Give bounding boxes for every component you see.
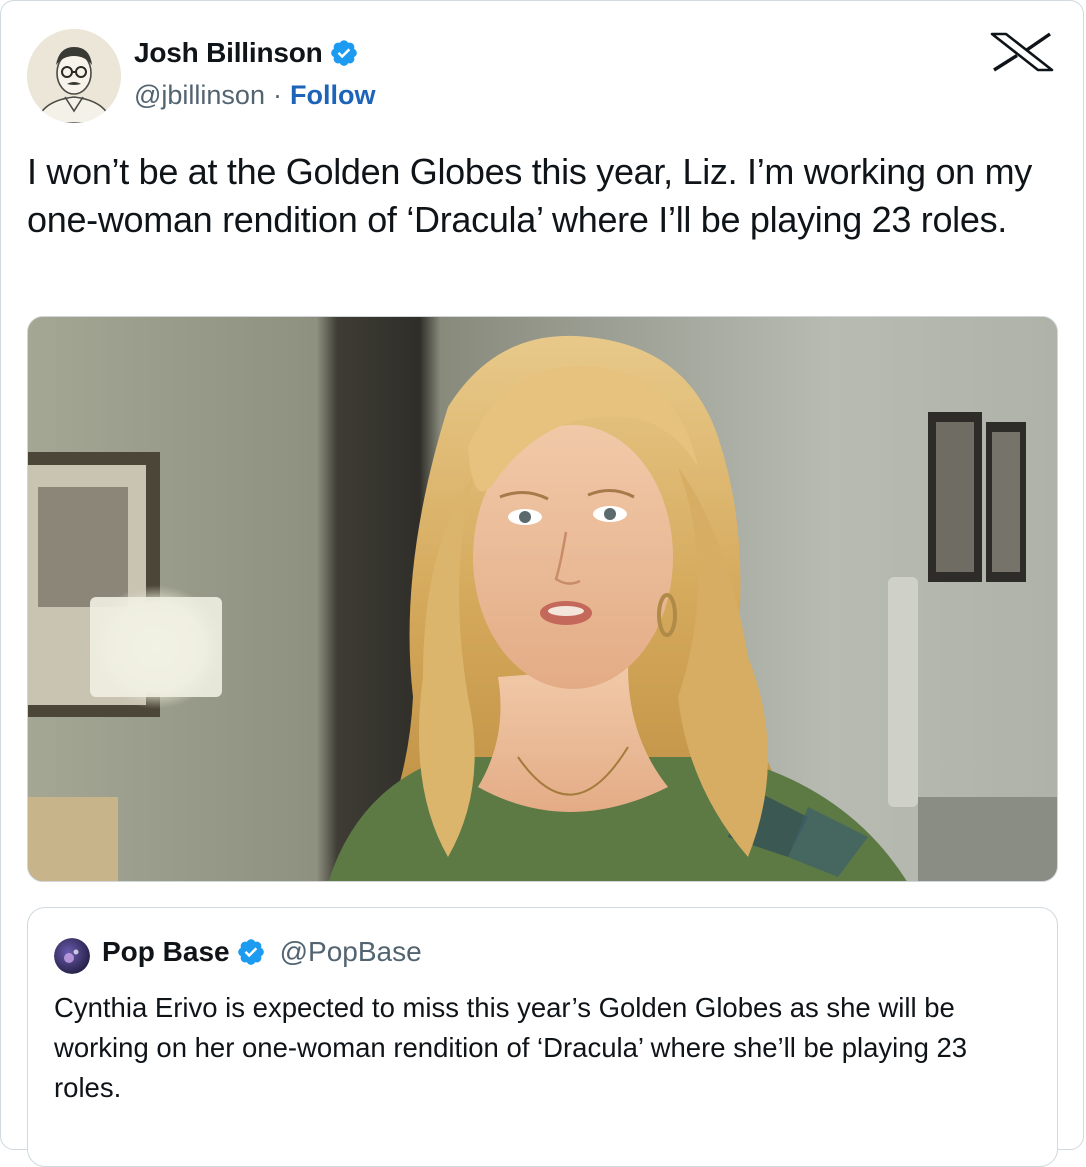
verified-badge-icon bbox=[237, 939, 264, 965]
x-logo-icon[interactable] bbox=[986, 32, 1058, 72]
photo-illustration bbox=[28, 317, 1057, 881]
verified-badge-icon bbox=[330, 40, 357, 66]
tweet-text: I won’t be at the Golden Globes this yea… bbox=[27, 151, 1042, 240]
quoted-tweet-text: Cynthia Erivo is expected to miss this y… bbox=[54, 992, 968, 1103]
quoted-author-handle[interactable]: @PopBase bbox=[280, 936, 422, 968]
author-avatar[interactable] bbox=[27, 29, 121, 123]
tweet-photo[interactable] bbox=[27, 316, 1058, 882]
quoted-author-name[interactable]: Pop Base bbox=[102, 936, 230, 968]
quoted-author-avatar[interactable] bbox=[54, 938, 90, 974]
separator: · bbox=[272, 80, 282, 110]
author-name[interactable]: Josh Billinson bbox=[134, 37, 323, 69]
follow-button[interactable]: Follow bbox=[290, 80, 375, 111]
quoted-tweet[interactable]: Pop Base @PopBase Cynthia Erivo is expec… bbox=[27, 907, 1058, 1167]
author-handle[interactable]: @jbillinson bbox=[134, 80, 265, 111]
tweet-card: Josh Billinson @jbillinson · Follow I wo… bbox=[0, 0, 1084, 1167]
